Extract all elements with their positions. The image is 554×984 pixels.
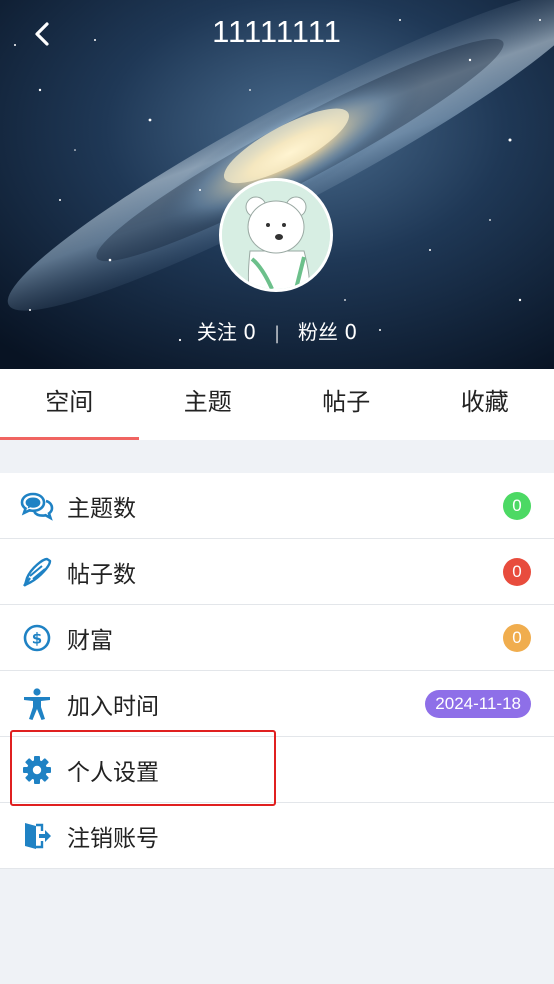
tab-favorites[interactable]: 收藏 bbox=[416, 369, 554, 440]
gear-icon bbox=[20, 753, 54, 787]
list-item-post-count[interactable]: 帖子数 0 bbox=[0, 539, 554, 605]
tab-topics[interactable]: 主题 bbox=[139, 369, 278, 440]
bear-avatar-image bbox=[222, 181, 330, 289]
post-count-badge: 0 bbox=[503, 557, 531, 586]
page-title: 11111111 bbox=[212, 14, 342, 49]
profile-stats-list: 主题数 0 帖子数 0 $ 财富 0 加入时间 2024-11-18 个人设置 … bbox=[0, 473, 554, 869]
divider: | bbox=[273, 323, 281, 344]
follow-count[interactable]: 关注 0 bbox=[197, 320, 256, 344]
list-item-personal-settings[interactable]: 个人设置 bbox=[0, 737, 554, 803]
comments-icon bbox=[20, 489, 54, 523]
dollar-circle-icon: $ bbox=[20, 621, 54, 655]
list-item-deactivate-account[interactable]: 注销账号 bbox=[0, 803, 554, 869]
list-item-label: 主题数 bbox=[67, 495, 136, 522]
wealth-badge: 0 bbox=[503, 623, 531, 652]
sign-out-icon bbox=[20, 819, 54, 853]
topic-count-badge: 0 bbox=[503, 491, 531, 520]
list-item-label: 加入时间 bbox=[67, 693, 159, 720]
follow-stats: 关注 0 | 粉丝 0 bbox=[0, 316, 554, 345]
person-icon bbox=[20, 687, 54, 721]
tab-posts[interactable]: 帖子 bbox=[277, 369, 416, 440]
tab-space[interactable]: 空间 bbox=[0, 369, 139, 440]
profile-header: 11111111 关注 0 | 粉丝 0 bbox=[0, 0, 554, 369]
list-item-label: 帖子数 bbox=[67, 561, 136, 588]
list-item-wealth[interactable]: $ 财富 0 bbox=[0, 605, 554, 671]
list-item-label: 财富 bbox=[67, 627, 113, 654]
fans-count[interactable]: 粉丝 0 bbox=[298, 320, 357, 344]
join-date-badge: 2024-11-18 bbox=[425, 689, 531, 718]
list-item-label: 个人设置 bbox=[67, 759, 159, 786]
pen-icon bbox=[20, 555, 54, 589]
list-item-label: 注销账号 bbox=[67, 825, 159, 852]
avatar[interactable] bbox=[219, 178, 333, 292]
list-item-join-date[interactable]: 加入时间 2024-11-18 bbox=[0, 671, 554, 737]
svg-text:$: $ bbox=[32, 629, 42, 647]
list-item-topic-count[interactable]: 主题数 0 bbox=[0, 473, 554, 539]
profile-tabs: 空间 主题 帖子 收藏 bbox=[0, 369, 554, 440]
